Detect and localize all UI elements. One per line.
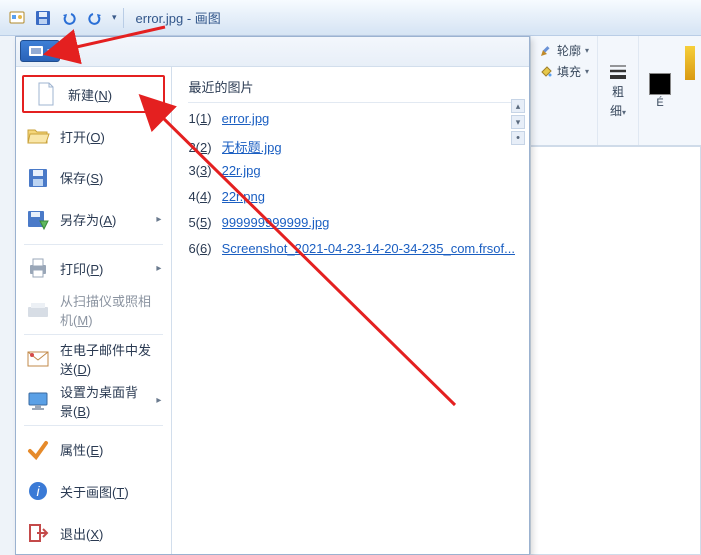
scanner-icon: [26, 298, 50, 322]
qat-undo-icon[interactable]: [58, 7, 80, 29]
ribbon-outline[interactable]: 轮廓▾: [539, 42, 589, 59]
open-folder-icon: [26, 124, 50, 148]
scroll-more-icon[interactable]: •: [511, 131, 525, 145]
menu-new[interactable]: 新建(N): [22, 75, 165, 113]
checkmark-icon: [26, 438, 50, 462]
recent-title: 最近的图片: [188, 77, 515, 103]
menu-exit[interactable]: 退出(X): [16, 512, 171, 554]
recent-item[interactable]: 1(1) error.jpg: [188, 111, 515, 137]
ribbon-fill[interactable]: 填充▾: [539, 63, 589, 80]
file-menu-recent: 最近的图片 1(1) error.jpg 2(2) 无标题.jpg 3(3) 2…: [172, 37, 529, 554]
scroll-down-icon[interactable]: ▾: [511, 115, 525, 129]
file-menu: 新建(N) 打开(O) 保存(S) 另存为(A) 打印(P): [15, 36, 530, 555]
recent-item[interactable]: 4(4) 22r.png: [188, 189, 515, 215]
menu-wallpaper[interactable]: 设置为桌面背景(B): [16, 380, 171, 422]
ribbon-color[interactable]: É: [639, 36, 681, 145]
menu-about[interactable]: i 关于画图(T): [16, 470, 171, 512]
email-icon: [26, 347, 50, 371]
thickness-icon: [608, 63, 628, 81]
qat-redo-icon[interactable]: [84, 7, 106, 29]
ribbon-thickness[interactable]: 粗 细▾: [598, 36, 639, 145]
menu-save[interactable]: 保存(S): [16, 157, 171, 199]
scroll-up-icon[interactable]: ▴: [511, 99, 525, 113]
new-file-icon: [34, 82, 58, 106]
menu-email[interactable]: 在电子邮件中发送(D): [16, 338, 171, 380]
pencil-icon: [539, 44, 553, 58]
window-title: error.jpg - 画图: [136, 8, 221, 27]
color-swatch-black: [649, 73, 671, 95]
title-bar: ▾ error.jpg - 画图: [0, 0, 701, 36]
bucket-icon: [539, 65, 553, 79]
recent-scrollbar: ▴ ▾ •: [511, 99, 525, 145]
menu-properties[interactable]: 属性(E): [16, 429, 171, 471]
menu-open[interactable]: 打开(O): [16, 115, 171, 157]
qat-app-icon[interactable]: [6, 7, 28, 29]
file-menu-icon: [28, 45, 44, 57]
qat-save-icon[interactable]: [32, 7, 54, 29]
separator: [24, 425, 163, 426]
menu-scan[interactable]: 从扫描仪或照相机(M): [16, 289, 171, 331]
recent-item[interactable]: 2(2) 无标题.jpg: [188, 137, 515, 163]
recent-item[interactable]: 5(5) 999999999999.jpg: [188, 215, 515, 241]
menu-print[interactable]: 打印(P): [16, 248, 171, 290]
chevron-down-icon: ▾: [47, 46, 52, 57]
recent-item[interactable]: 6(6) Screenshot_2021-04-23-14-20-34-235_…: [188, 241, 515, 267]
file-menu-left: 新建(N) 打开(O) 保存(S) 另存为(A) 打印(P): [16, 37, 172, 554]
file-menu-button[interactable]: ▾: [20, 40, 60, 62]
save-as-icon: [26, 208, 50, 232]
printer-icon: [26, 256, 50, 280]
canvas[interactable]: [530, 146, 701, 555]
separator: [24, 334, 163, 335]
recent-item[interactable]: 3(3) 22r.jpg: [188, 163, 515, 189]
separator: [24, 244, 163, 245]
save-icon: [26, 166, 50, 190]
menu-save-as[interactable]: 另存为(A): [16, 199, 171, 241]
qat-customize-caret-icon[interactable]: ▾: [112, 12, 117, 23]
desktop-icon: [26, 389, 50, 413]
gold-swatch: [685, 46, 695, 80]
exit-icon: [26, 521, 50, 545]
ribbon-fragment: 轮廓▾ 填充▾ 粗 细▾ É: [530, 36, 701, 146]
separator: [123, 8, 124, 28]
info-icon: i: [26, 479, 50, 503]
